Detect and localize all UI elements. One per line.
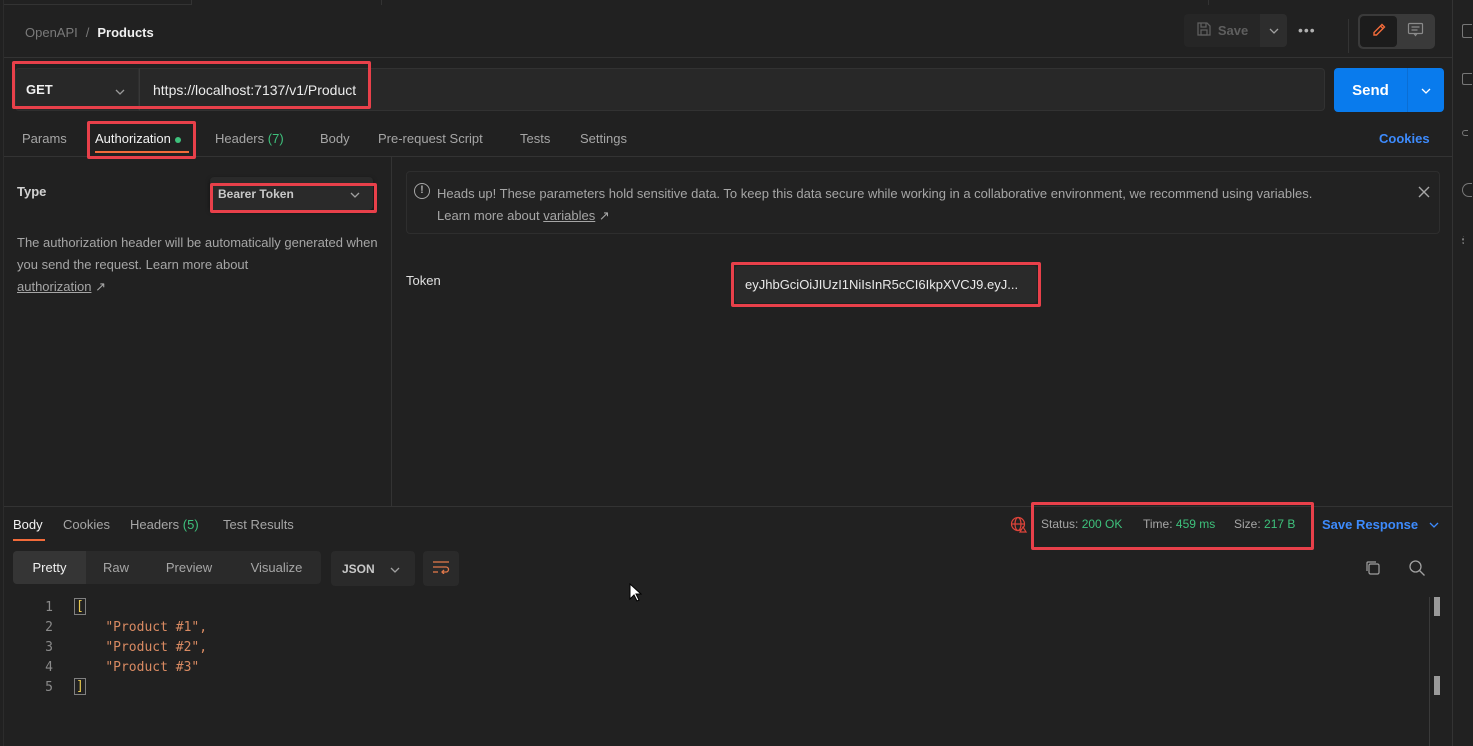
response-status[interactable]: Status: 200 OK xyxy=(1041,517,1122,531)
wrap-lines-icon xyxy=(432,560,450,577)
related-icon[interactable] xyxy=(1462,236,1466,244)
auth-type-select[interactable]: Bearer Token xyxy=(210,177,373,210)
external-link-icon: ↗ xyxy=(598,208,610,223)
response-body-editor[interactable]: 1[ 2 "Product #1", 3 "Product #2", 4 "Pr… xyxy=(13,597,1428,697)
bracket-open: [ xyxy=(74,598,86,615)
token-input[interactable]: eyJhbGciOiJIUzI1NiIsInR5cCI6IkpXVCJ9.eyJ… xyxy=(735,266,1037,303)
auth-type-value: Bearer Token xyxy=(218,186,294,201)
edit-mode-button[interactable] xyxy=(1360,16,1397,47)
format-select[interactable]: JSON xyxy=(331,551,415,586)
response-divider[interactable] xyxy=(4,506,1452,507)
variables-docs-link[interactable]: variables xyxy=(543,208,595,223)
notice-text: Heads up! These parameters hold sensitiv… xyxy=(437,186,1313,223)
send-button-group: Send xyxy=(1334,68,1444,112)
sensitive-data-notice: ! Heads up! These parameters hold sensit… xyxy=(406,171,1440,234)
more-actions-button[interactable]: ••• xyxy=(1298,22,1316,38)
code-line: 1[ xyxy=(45,598,86,615)
response-tab-body[interactable]: Body xyxy=(13,517,43,532)
scrollbar-marker[interactable] xyxy=(1434,597,1440,616)
request-tabs: Params Authorization Headers (7) Body Pr… xyxy=(4,122,1452,157)
external-link-icon: ↗ xyxy=(95,279,106,294)
documentation-icon[interactable] xyxy=(1462,24,1472,38)
search-icon[interactable] xyxy=(1408,559,1426,580)
tab-authorization[interactable]: Authorization xyxy=(95,131,181,146)
wrap-lines-button[interactable] xyxy=(423,551,459,586)
view-visualize[interactable]: Visualize xyxy=(232,551,321,584)
save-button[interactable]: Save xyxy=(1184,14,1260,47)
request-header: OpenAPI / Products Save ••• xyxy=(4,5,1452,58)
comments-button[interactable] xyxy=(1397,16,1433,47)
info-icon[interactable] xyxy=(1462,183,1472,197)
code-line: 5] xyxy=(45,678,86,695)
comment-icon xyxy=(1407,22,1424,41)
chevron-down-icon xyxy=(1428,517,1440,532)
send-button[interactable]: Send xyxy=(1334,68,1408,112)
response-size[interactable]: Size: 217 B xyxy=(1234,517,1295,531)
tab-params[interactable]: Params xyxy=(22,131,67,146)
view-pretty[interactable]: Pretty xyxy=(13,551,86,584)
auth-help-text: The authorization header will be automat… xyxy=(17,235,378,294)
response-tab-cookies[interactable]: Cookies xyxy=(63,517,110,532)
code-line: 4 "Product #3" xyxy=(45,659,200,675)
chevron-down-icon xyxy=(114,84,126,99)
chevron-down-icon xyxy=(1268,23,1280,38)
tab-headers[interactable]: Headers (7) xyxy=(215,131,284,146)
response-tab-test-results[interactable]: Test Results xyxy=(223,517,294,532)
chevron-down-icon xyxy=(1420,83,1432,98)
pencil-icon xyxy=(1371,22,1387,41)
breadcrumb-collection[interactable]: OpenAPI xyxy=(25,25,78,40)
response-time[interactable]: Time: 459 ms xyxy=(1143,517,1215,531)
mouse-pointer-icon xyxy=(629,582,643,606)
floppy-disk-icon xyxy=(1196,21,1212,40)
active-tab-underline xyxy=(95,151,189,153)
save-label: Save xyxy=(1217,23,1249,38)
method-select[interactable]: GET xyxy=(15,68,139,111)
tab-pre-request-script[interactable]: Pre-request Script xyxy=(378,131,483,146)
token-label: Token xyxy=(406,273,441,288)
network-warning-icon[interactable] xyxy=(1010,516,1028,536)
response-tab-headers[interactable]: Headers (5) xyxy=(130,517,199,532)
chevron-down-icon xyxy=(389,563,401,577)
auth-type-label: Type xyxy=(17,184,47,199)
comments-panel-icon[interactable] xyxy=(1462,73,1472,85)
token-value: eyJhbGciOiJIUzI1NiIsInR5cCI6IkpXVCJ9.eyJ… xyxy=(745,277,1019,292)
bracket-close: ] xyxy=(74,678,86,695)
format-value: JSON xyxy=(342,561,375,576)
breadcrumb: OpenAPI / Products xyxy=(25,25,154,40)
tab-settings[interactable]: Settings xyxy=(580,131,627,146)
alert-circle-icon: ! xyxy=(414,183,430,199)
tab-body[interactable]: Body xyxy=(320,131,350,146)
copy-icon[interactable] xyxy=(1364,559,1382,580)
save-button-group: Save xyxy=(1184,14,1287,47)
right-sidebar xyxy=(1452,0,1473,746)
code-line: 2 "Product #1", xyxy=(45,619,208,635)
code-icon[interactable] xyxy=(1462,130,1468,136)
url-input[interactable]: https://localhost:7137/v1/Product xyxy=(139,68,1325,111)
chevron-down-icon xyxy=(349,188,361,202)
body-view-toggle: Pretty Raw Preview Visualize xyxy=(13,551,321,584)
view-raw[interactable]: Raw xyxy=(86,551,146,584)
code-line: 3 "Product #2", xyxy=(45,639,208,655)
active-indicator-dot xyxy=(174,136,181,143)
send-options-button[interactable] xyxy=(1408,68,1444,112)
auth-type-panel: Type Bearer Token The authorization head… xyxy=(4,157,392,506)
save-options-button[interactable] xyxy=(1260,14,1287,47)
editor-scrollbar-track[interactable] xyxy=(1429,597,1430,746)
url-value: https://localhost:7137/v1/Product xyxy=(153,81,357,98)
mode-toggle xyxy=(1358,14,1435,49)
header-divider xyxy=(1348,19,1349,53)
breadcrumb-separator: / xyxy=(85,25,90,40)
cookies-link[interactable]: Cookies xyxy=(1379,131,1430,146)
breadcrumb-request-name[interactable]: Products xyxy=(97,25,153,40)
scrollbar-marker[interactable] xyxy=(1434,676,1440,695)
active-tab-underline xyxy=(13,539,45,541)
save-response-button[interactable]: Save Response xyxy=(1322,517,1440,532)
tab-tests[interactable]: Tests xyxy=(520,131,550,146)
method-value: GET xyxy=(26,82,53,97)
authorization-docs-link[interactable]: authorization xyxy=(17,279,91,294)
close-icon[interactable] xyxy=(1417,185,1431,202)
view-preview[interactable]: Preview xyxy=(146,551,232,584)
